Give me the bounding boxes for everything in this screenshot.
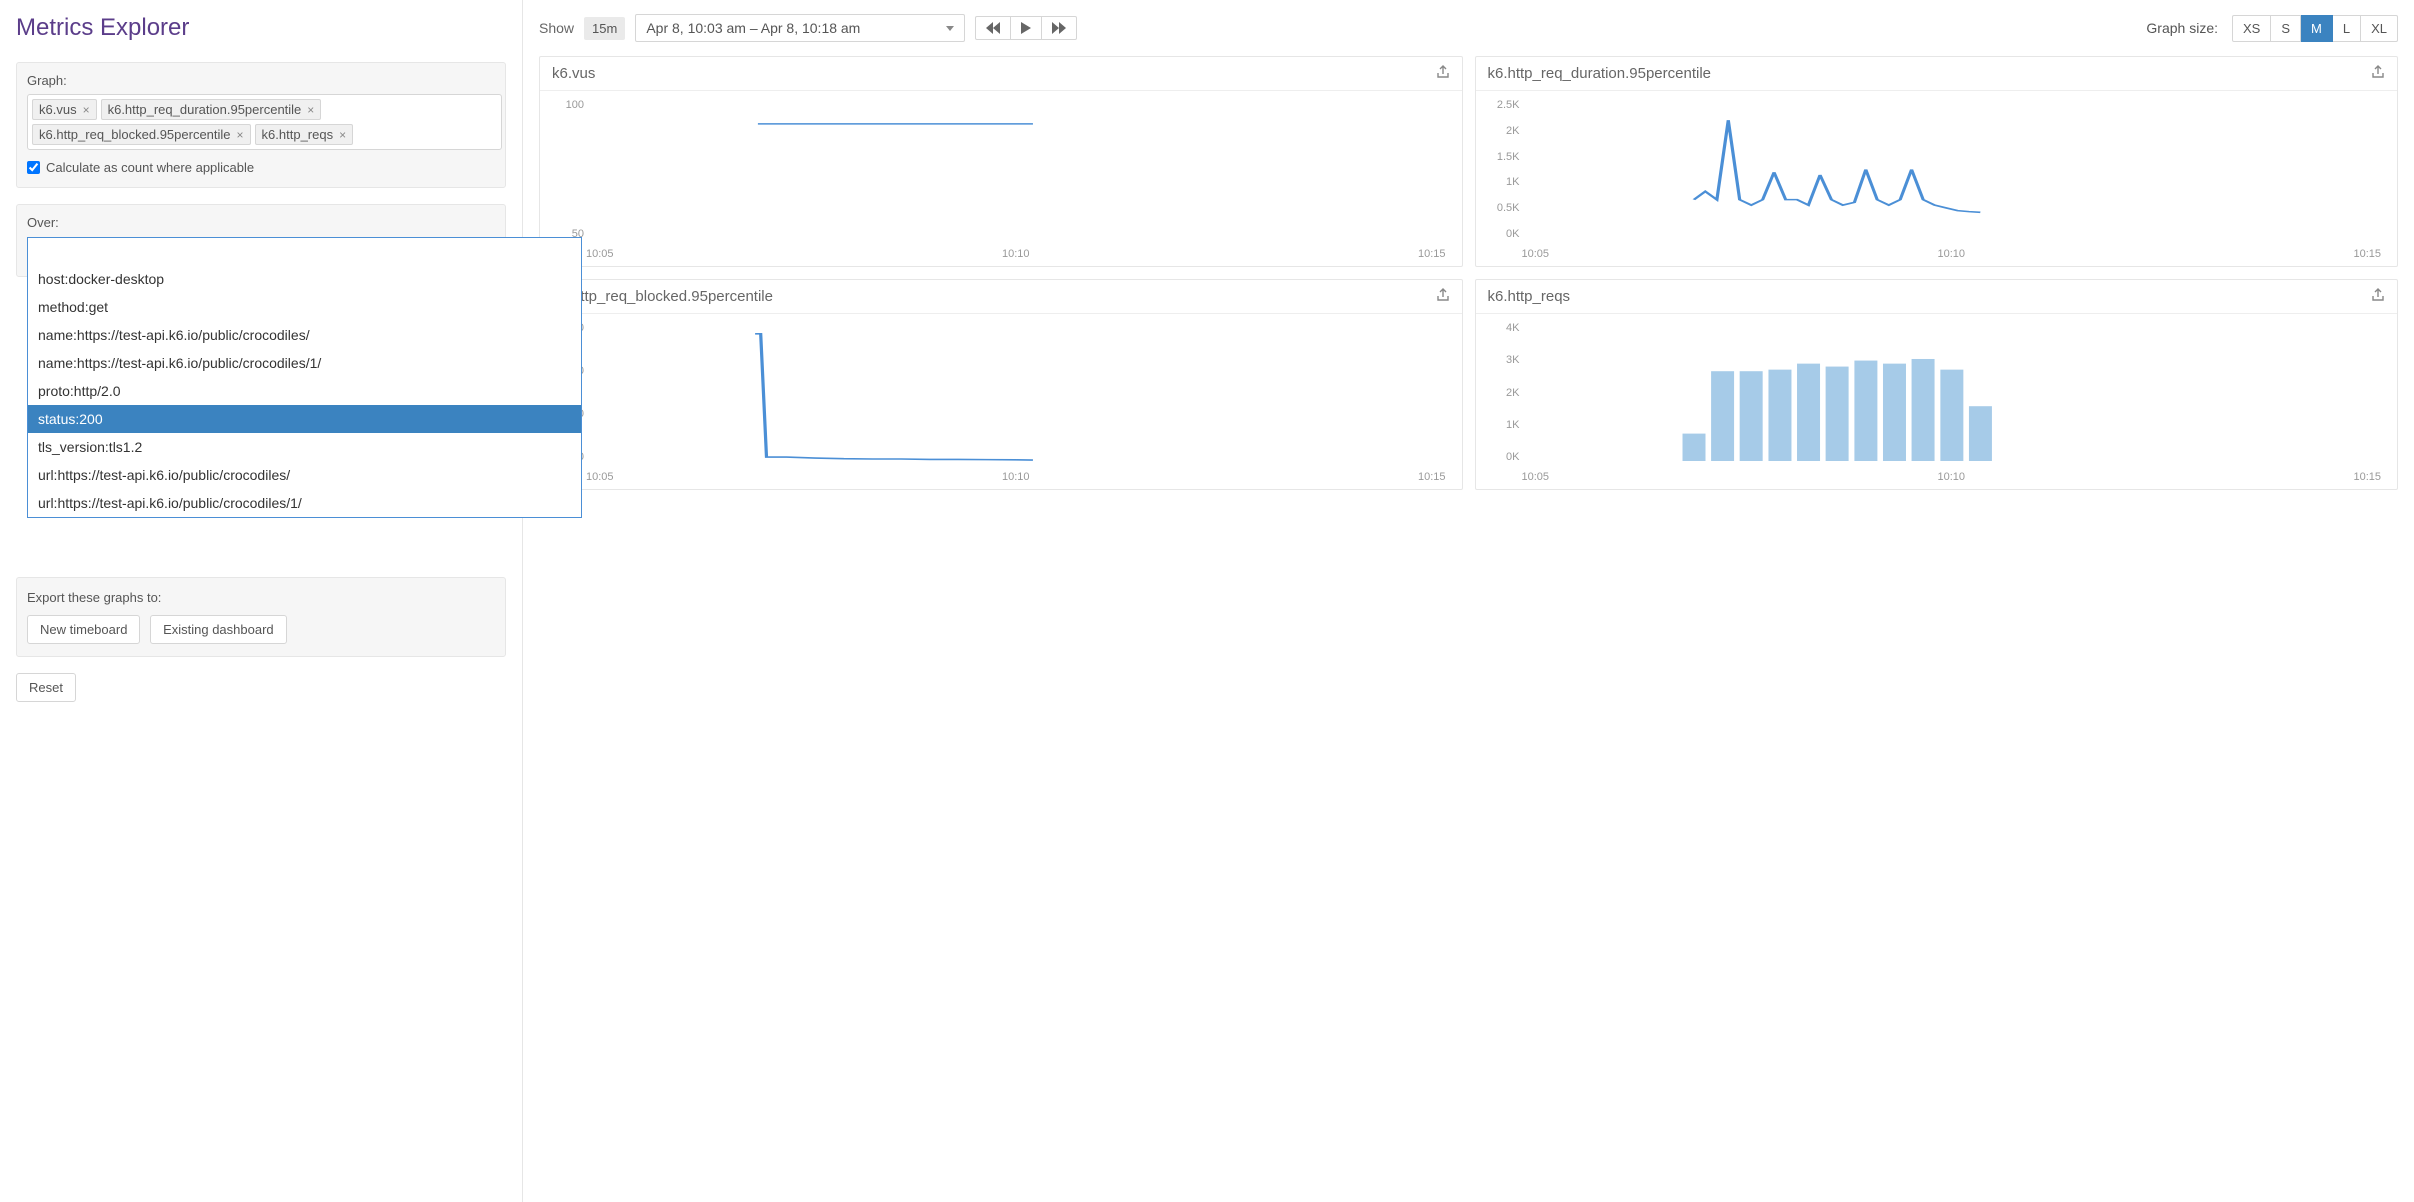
x-axis: 10:0510:1010:15 — [1522, 471, 2382, 483]
size-l-button[interactable]: L — [2333, 15, 2361, 42]
over-option[interactable]: url:https://test-api.k6.io/public/crocod… — [28, 489, 581, 517]
export-icon — [1436, 65, 1450, 79]
plot-area — [586, 101, 1446, 238]
calculate-count-checkbox[interactable] — [27, 161, 40, 174]
chart-title: k6.http_req_duration.95percentile — [1488, 65, 1712, 82]
remove-tag-icon[interactable]: × — [83, 103, 90, 117]
play-button[interactable] — [1011, 16, 1042, 40]
over-dropdown: host:docker-desktopmethod:getname:https:… — [17, 237, 592, 518]
over-search-input[interactable] — [36, 244, 573, 259]
chart-export-button[interactable] — [2371, 288, 2385, 305]
y-axis: 4K3K2K1K0K — [1480, 322, 1520, 463]
chevron-down-icon — [946, 26, 954, 31]
over-option[interactable]: name:https://test-api.k6.io/public/croco… — [28, 321, 581, 349]
metric-tag[interactable]: k6.http_req_duration.95percentile× — [101, 99, 322, 120]
chart-header: k6.http_req_duration.95percentile — [1476, 57, 2398, 91]
show-label: Show — [539, 20, 574, 36]
y-axis: 2.5K2K1.5K1K0.5K0K — [1480, 99, 1520, 240]
export-section: Export these graphs to: New timeboard Ex… — [16, 577, 506, 657]
chart-body[interactable]: 2.5K2K1.5K1K0.5K0K 10:0510:1010:15 — [1476, 91, 2398, 266]
chart-header: k6.http_reqs — [1476, 280, 2398, 314]
play-icon — [1021, 22, 1031, 34]
charts-grid: k6.vus 10050 10:0510:1010:15 k6.http_req… — [539, 56, 2398, 490]
forward-button[interactable] — [1042, 16, 1077, 40]
new-timeboard-button[interactable]: New timeboard — [27, 615, 140, 644]
left-panel: Metrics Explorer Graph: k6.vus×k6.http_r… — [0, 0, 523, 1202]
over-option[interactable]: status:200 — [28, 405, 581, 433]
time-range-text: Apr 8, 10:03 am – Apr 8, 10:18 am — [646, 20, 860, 36]
page-title: Metrics Explorer — [16, 14, 506, 42]
chart-body[interactable]: 10050 10:0510:1010:15 — [540, 91, 1462, 266]
chart-card: k6.http_req_blocked.95percentile 6004002… — [539, 279, 1463, 490]
forward-icon — [1052, 22, 1066, 34]
remove-tag-icon[interactable]: × — [237, 128, 244, 142]
x-axis: 10:0510:1010:15 — [1522, 248, 2382, 260]
time-range-picker[interactable]: Apr 8, 10:03 am – Apr 8, 10:18 am — [635, 14, 965, 42]
rewind-button[interactable] — [975, 16, 1011, 40]
chart-title: k6.http_reqs — [1488, 288, 1571, 305]
plot-area — [1522, 324, 2382, 461]
chart-header: k6.vus — [540, 57, 1462, 91]
y-axis: 10050 — [544, 99, 584, 240]
metric-tag[interactable]: k6.http_reqs× — [255, 124, 354, 145]
chart-card: k6.http_reqs 4K3K2K1K0K 10:0510:1010:15 — [1475, 279, 2399, 490]
chart-export-button[interactable] — [1436, 65, 1450, 82]
graph-section: Graph: k6.vus×k6.http_req_duration.95per… — [16, 62, 506, 188]
chart-body[interactable]: 6004002000 10:0510:1010:15 — [540, 314, 1462, 489]
size-xs-button[interactable]: XS — [2232, 15, 2271, 42]
over-label: Over: — [27, 215, 495, 230]
chart-title: k6.vus — [552, 65, 595, 82]
plot-area — [1522, 101, 2382, 238]
x-axis: 10:0510:1010:15 — [586, 248, 1446, 260]
over-option[interactable]: name:https://test-api.k6.io/public/croco… — [28, 349, 581, 377]
metric-tag[interactable]: k6.vus× — [32, 99, 97, 120]
metric-tag[interactable]: k6.http_req_blocked.95percentile× — [32, 124, 251, 145]
export-label: Export these graphs to: — [27, 590, 495, 605]
reset-button[interactable]: Reset — [16, 673, 76, 702]
calculate-count-checkbox-row[interactable]: Calculate as count where applicable — [27, 160, 495, 175]
x-axis: 10:0510:1010:15 — [586, 471, 1446, 483]
plot-area — [586, 324, 1446, 461]
chart-export-button[interactable] — [1436, 288, 1450, 305]
right-panel: Show 15m Apr 8, 10:03 am – Apr 8, 10:18 … — [523, 0, 2414, 1202]
graph-label: Graph: — [27, 73, 495, 88]
graph-metric-input[interactable]: k6.vus×k6.http_req_duration.95percentile… — [27, 94, 502, 150]
export-icon — [1436, 288, 1450, 302]
chart-card: k6.http_req_duration.95percentile 2.5K2K… — [1475, 56, 2399, 267]
over-option[interactable]: url:https://test-api.k6.io/public/crocod… — [28, 461, 581, 489]
over-section: Over: host:docker-desktopmethod:getname:… — [16, 204, 506, 277]
export-icon — [2371, 65, 2385, 79]
over-option[interactable]: proto:http/2.0 — [28, 377, 581, 405]
size-m-button[interactable]: M — [2301, 15, 2333, 42]
chart-body[interactable]: 4K3K2K1K0K 10:0510:1010:15 — [1476, 314, 2398, 489]
time-window-pill[interactable]: 15m — [584, 17, 625, 40]
playback-controls — [975, 16, 1077, 40]
over-option[interactable]: host:docker-desktop — [28, 265, 581, 293]
over-option[interactable]: method:get — [28, 293, 581, 321]
remove-tag-icon[interactable]: × — [339, 128, 346, 142]
size-xl-button[interactable]: XL — [2361, 15, 2398, 42]
chart-header: k6.http_req_blocked.95percentile — [540, 280, 1462, 314]
graph-size-buttons: XSSMLXL — [2232, 15, 2398, 42]
remove-tag-icon[interactable]: × — [307, 103, 314, 117]
toolbar: Show 15m Apr 8, 10:03 am – Apr 8, 10:18 … — [539, 14, 2398, 42]
graph-size-label: Graph size: — [2146, 20, 2218, 36]
calculate-count-label: Calculate as count where applicable — [46, 160, 254, 175]
existing-dashboard-button[interactable]: Existing dashboard — [150, 615, 287, 644]
over-option[interactable]: tls_version:tls1.2 — [28, 433, 581, 461]
export-icon — [2371, 288, 2385, 302]
rewind-icon — [986, 22, 1000, 34]
chart-card: k6.vus 10050 10:0510:1010:15 — [539, 56, 1463, 267]
size-s-button[interactable]: S — [2271, 15, 2301, 42]
chart-export-button[interactable] — [2371, 65, 2385, 82]
